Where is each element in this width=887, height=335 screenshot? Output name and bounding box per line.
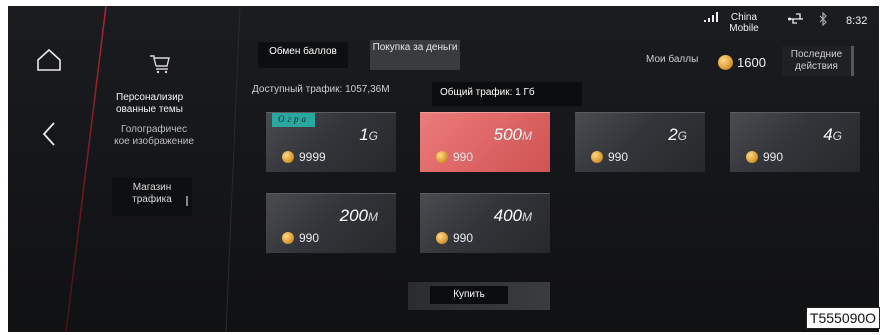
head-unit-screen: Персонализир ованные темы Голографичес к… bbox=[8, 6, 879, 332]
package-price: 990 bbox=[282, 231, 319, 245]
carrier-name: China Mobile bbox=[729, 12, 759, 34]
points-number: 1600 bbox=[737, 54, 766, 70]
package-card[interactable]: 200M 990 bbox=[266, 193, 396, 253]
package-size: 200M bbox=[340, 206, 378, 226]
tab-buy-with-money[interactable]: Покупка за деньги bbox=[370, 40, 460, 70]
package-size-value: 1 bbox=[359, 125, 369, 144]
my-points-value: 1600 bbox=[718, 50, 774, 74]
coin-icon bbox=[282, 232, 294, 244]
package-price: 990 bbox=[591, 150, 628, 164]
cart-button[interactable] bbox=[146, 50, 174, 76]
package-size-value: 2 bbox=[668, 125, 678, 144]
back-chevron-icon bbox=[42, 122, 55, 146]
buy-button[interactable]: Купить bbox=[408, 282, 550, 310]
package-size: 4G bbox=[823, 125, 842, 145]
menu-item-label: Магазин трафика bbox=[132, 182, 172, 205]
package-card[interactable]: 500M 990 bbox=[420, 112, 550, 172]
menu-item-holographic[interactable]: Голографичес кое изображение bbox=[112, 124, 196, 148]
coin-icon bbox=[282, 151, 294, 163]
package-price-value: 990 bbox=[453, 231, 474, 245]
menu-item-traffic-shop[interactable]: Магазин трафика bbox=[112, 178, 192, 216]
home-icon bbox=[37, 48, 61, 71]
package-price: 990 bbox=[436, 150, 473, 164]
available-traffic: Доступный трафик: 1057,36М bbox=[252, 84, 390, 95]
coin-icon bbox=[718, 54, 733, 70]
package-size-unit: G bbox=[832, 129, 842, 143]
coin-icon bbox=[746, 151, 758, 163]
coin-icon bbox=[436, 151, 448, 163]
package-size: 2G bbox=[668, 125, 687, 145]
back-button[interactable] bbox=[34, 116, 64, 152]
package-size-value: 4 bbox=[823, 125, 833, 144]
signal-icon bbox=[704, 12, 720, 25]
package-card[interactable]: 400M 990 bbox=[420, 193, 550, 253]
package-price: 990 bbox=[436, 231, 473, 245]
buy-button-label: Купить bbox=[430, 286, 508, 304]
figure-id: T555090O bbox=[806, 307, 880, 329]
package-size: 400M bbox=[494, 206, 532, 226]
package-card[interactable]: 2G 990 bbox=[575, 112, 705, 172]
recent-actions-button[interactable]: Последние действия bbox=[782, 46, 854, 76]
bluetooth-icon bbox=[818, 11, 828, 29]
total-traffic: Общий трафик: 1 Гб bbox=[432, 82, 582, 106]
package-card[interactable]: 4G 990 bbox=[730, 112, 860, 172]
package-price-value: 990 bbox=[763, 150, 784, 164]
package-size-unit: M bbox=[368, 210, 378, 224]
home-button[interactable] bbox=[32, 44, 66, 76]
my-points-label: Мои баллы bbox=[646, 54, 699, 65]
package-size-value: 500 bbox=[493, 125, 522, 144]
package-size-unit: M bbox=[522, 129, 532, 143]
package-price-value: 990 bbox=[299, 231, 320, 245]
tab-points-exchange[interactable]: Обмен баллов bbox=[258, 42, 348, 68]
package-card[interactable]: Огра 1G 9999 bbox=[266, 112, 396, 172]
package-size-unit: G bbox=[368, 129, 378, 143]
menu-scrollbar[interactable] bbox=[186, 196, 188, 206]
cart-icon bbox=[150, 55, 170, 74]
coin-icon bbox=[591, 151, 603, 163]
package-size: 1G bbox=[359, 125, 378, 145]
menu-item-themes[interactable]: Персонализир ованные темы bbox=[116, 92, 202, 116]
package-price: 9999 bbox=[282, 150, 326, 164]
package-size-value: 400 bbox=[493, 206, 522, 225]
promo-tag: Огра bbox=[272, 113, 316, 127]
package-size-value: 200 bbox=[339, 206, 368, 225]
package-price-value: 990 bbox=[608, 150, 629, 164]
package-price-value: 9999 bbox=[299, 150, 326, 164]
package-size: 500M bbox=[494, 125, 532, 145]
usb-icon bbox=[788, 12, 804, 29]
package-price-value: 990 bbox=[453, 150, 474, 164]
coin-icon bbox=[436, 232, 448, 244]
package-size-unit: M bbox=[522, 210, 532, 224]
clock: 8:32 bbox=[846, 15, 868, 27]
package-price: 990 bbox=[746, 150, 783, 164]
package-size-unit: G bbox=[677, 129, 687, 143]
